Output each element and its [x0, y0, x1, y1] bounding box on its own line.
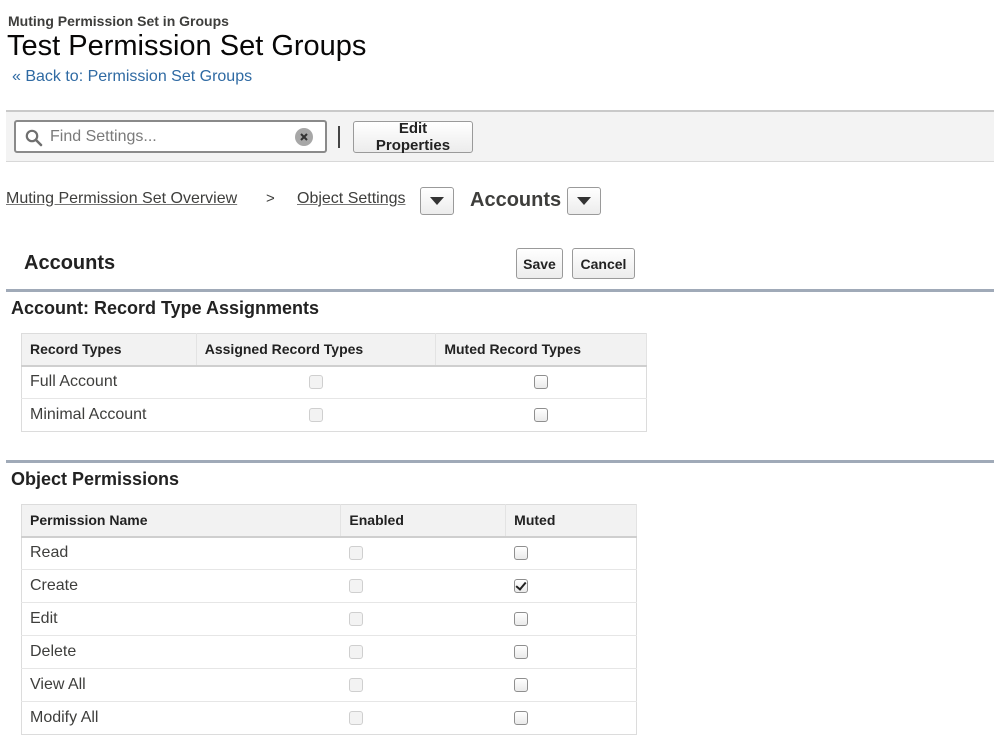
breadcrumb-separator: > — [266, 190, 275, 207]
record-types-heading: Account: Record Type Assignments — [11, 298, 320, 318]
enabled-checkbox — [348, 677, 363, 692]
toolbar-divider — [338, 126, 340, 148]
column-header: Assigned Record Types — [196, 333, 437, 367]
page-supertitle: Muting Permission Set in Groups — [8, 13, 229, 29]
muted-checkbox[interactable] — [513, 578, 528, 593]
table-row: View All — [21, 668, 637, 702]
table-row: Edit — [21, 602, 637, 636]
muted-checkbox[interactable] — [513, 546, 528, 561]
chevron-down-icon — [577, 196, 591, 205]
assigned-checkbox — [309, 375, 324, 390]
breadcrumb-overview[interactable]: Muting Permission Set Overview — [6, 190, 237, 208]
chevron-down-icon — [430, 196, 444, 205]
column-header: Muted Record Types — [435, 333, 647, 367]
muted-checkbox[interactable] — [513, 677, 528, 692]
object-permissions-table: Permission Name Enabled Muted Read Creat… — [21, 504, 637, 735]
table-row: Create — [21, 569, 637, 603]
muted-checkbox[interactable] — [533, 407, 548, 422]
search-input[interactable] — [50, 125, 290, 148]
permission-name: View All — [21, 668, 341, 702]
table-row: Read — [21, 536, 637, 570]
permission-name: Edit — [21, 602, 341, 636]
permission-name: Read — [21, 536, 341, 570]
search-box[interactable] — [14, 120, 327, 153]
back-link[interactable]: « Back to: Permission Set Groups — [12, 68, 252, 86]
page-title: Test Permission Set Groups — [7, 30, 367, 62]
record-types-table: Record Types Assigned Record Types Muted… — [21, 333, 647, 432]
permission-name: Delete — [21, 635, 341, 669]
table-row: Full Account — [21, 365, 647, 399]
column-header: Record Types — [21, 333, 197, 367]
search-icon — [25, 129, 43, 147]
column-header: Enabled — [340, 504, 507, 538]
edit-properties-button[interactable]: Edit Properties — [353, 120, 473, 154]
muted-checkbox[interactable] — [513, 644, 528, 659]
assigned-checkbox — [309, 407, 324, 422]
toolbar: Edit Properties — [6, 110, 994, 162]
column-header: Permission Name — [21, 504, 342, 538]
muted-checkbox[interactable] — [513, 611, 528, 626]
breadcrumb-object-settings[interactable]: Object Settings — [297, 190, 406, 208]
permission-name: Create — [21, 569, 341, 603]
cancel-button[interactable]: Cancel — [572, 248, 635, 279]
muted-checkbox[interactable] — [513, 710, 528, 725]
enabled-checkbox — [348, 644, 363, 659]
record-type-name: Minimal Account — [21, 398, 197, 432]
section-divider — [6, 289, 994, 292]
record-type-name: Full Account — [21, 365, 197, 399]
column-header: Muted — [505, 504, 637, 538]
muted-checkbox[interactable] — [533, 375, 548, 390]
table-row: Minimal Account — [21, 398, 647, 432]
object-permissions-heading: Object Permissions — [11, 469, 180, 489]
accounts-dropdown[interactable] — [567, 187, 601, 215]
table-row: Delete — [21, 635, 637, 669]
table-row: Modify All — [21, 701, 637, 735]
section-title: Accounts — [24, 252, 116, 274]
clear-search-icon[interactable] — [295, 128, 313, 146]
object-settings-dropdown[interactable] — [420, 187, 454, 215]
enabled-checkbox — [348, 546, 363, 561]
permission-name: Modify All — [21, 701, 341, 735]
enabled-checkbox — [348, 710, 363, 725]
enabled-checkbox — [348, 611, 363, 626]
breadcrumb-current: Accounts — [470, 189, 562, 211]
save-button[interactable]: Save — [516, 248, 563, 279]
enabled-checkbox — [348, 578, 363, 593]
section-divider — [6, 460, 994, 463]
